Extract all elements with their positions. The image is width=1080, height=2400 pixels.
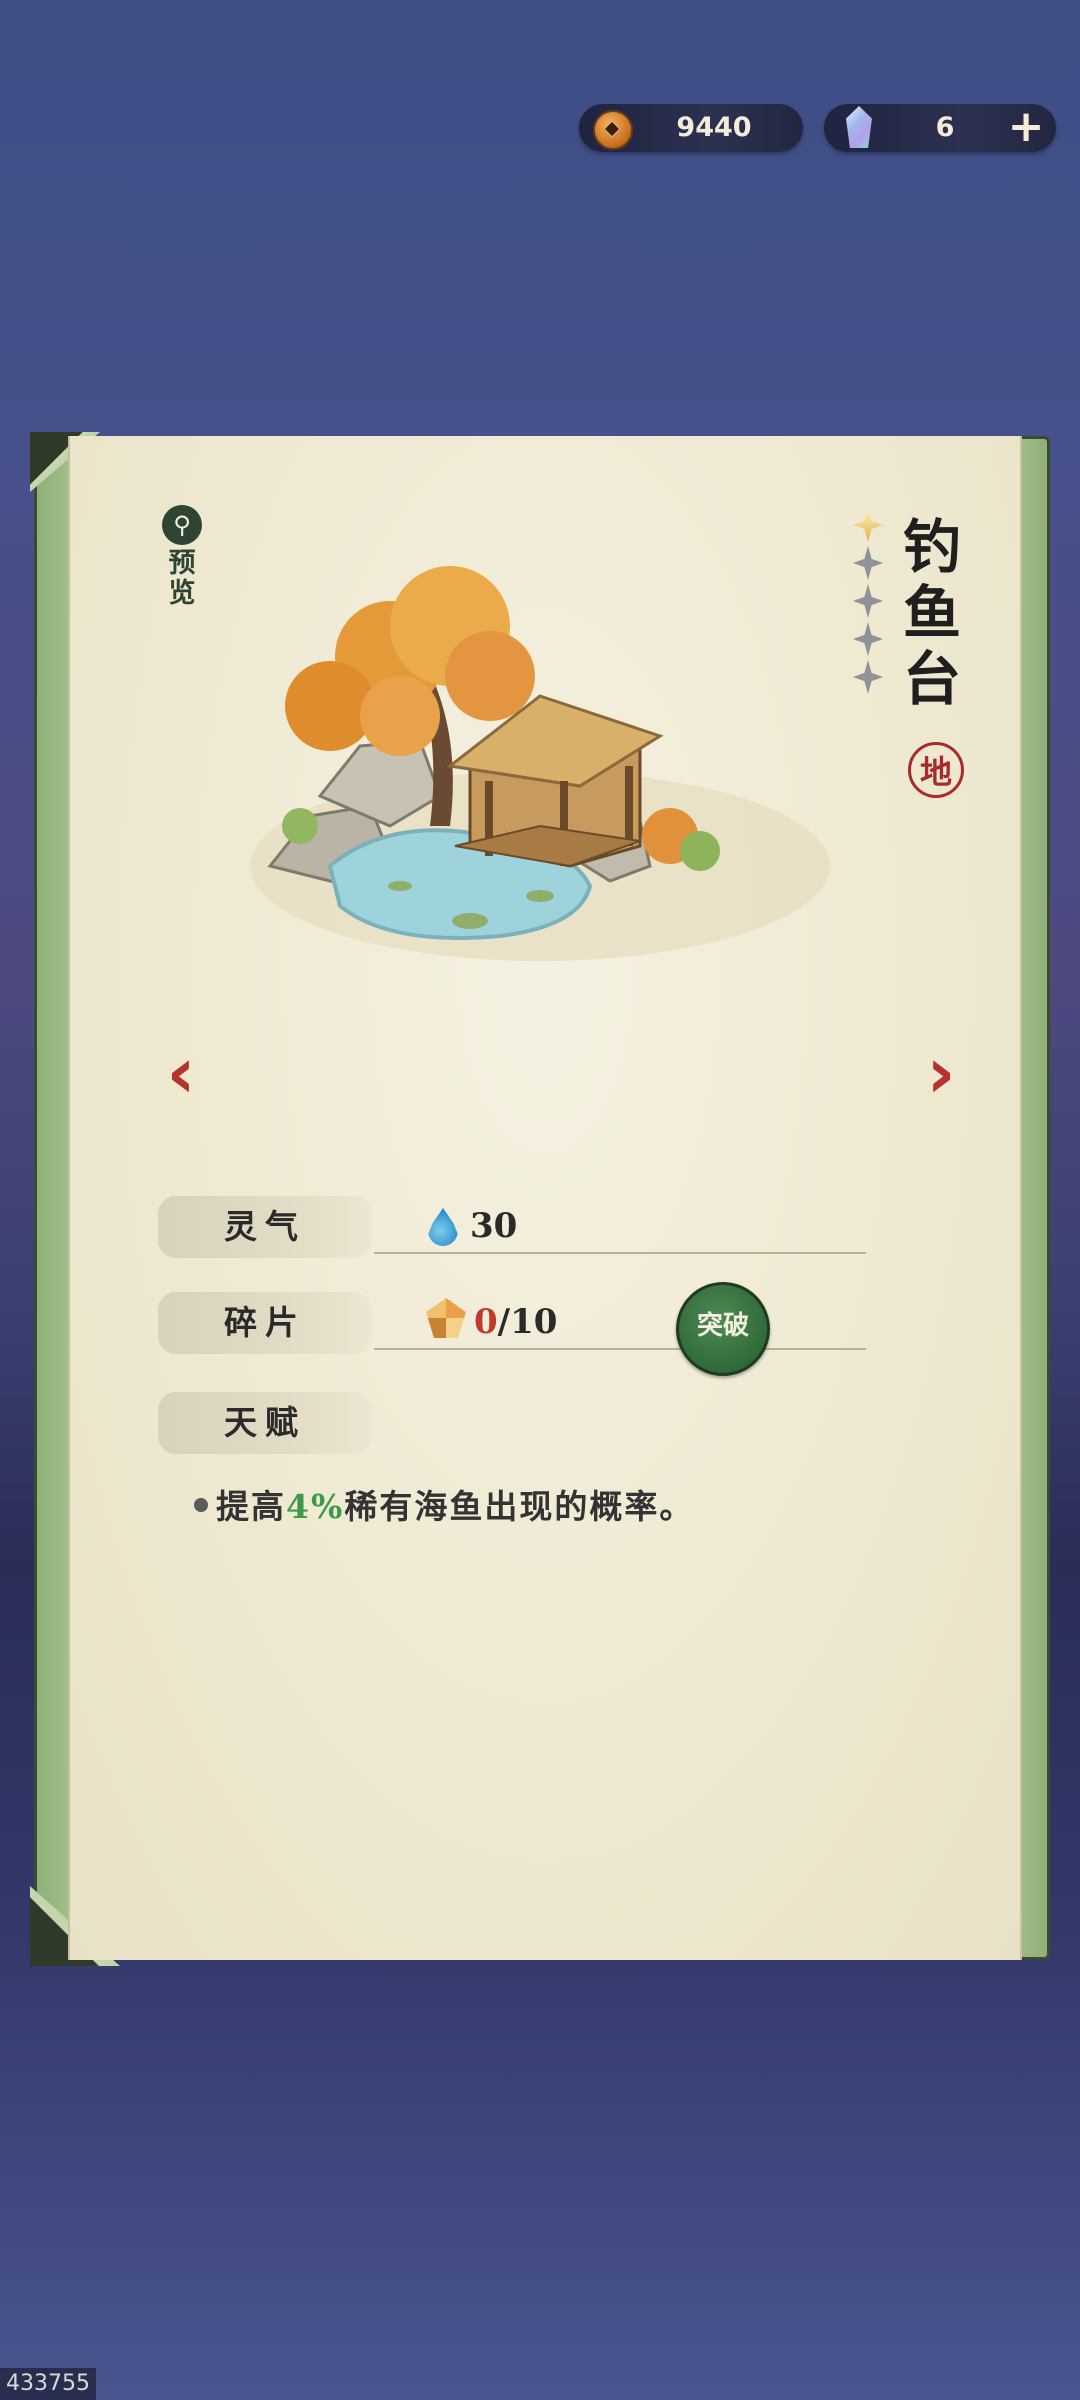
next-arrow-icon[interactable]: ›	[916, 1038, 966, 1108]
watermark-id: 433755	[0, 2368, 96, 2400]
bullet-dot-icon	[194, 1498, 208, 1512]
fragments-current: 0	[474, 1302, 498, 1342]
coin-amount: 9440	[676, 112, 752, 143]
rank-seal: 地	[908, 742, 964, 798]
essence-underline	[374, 1252, 866, 1254]
fragments-underline	[374, 1348, 866, 1350]
star-icon	[853, 508, 883, 542]
star-icon	[853, 660, 883, 694]
fragments-required: /10	[497, 1302, 558, 1342]
talent-prefix: 提高	[216, 1487, 286, 1526]
breakthrough-button[interactable]: 突破	[676, 1282, 770, 1376]
talent-description: 提高4%稀有海鱼出现的概率。	[216, 1480, 694, 1528]
fragment-icon	[426, 1298, 466, 1338]
building-detail-scroll: ⚲ 预览 钓鱼台 地 ‹ › 灵气 30 碎片 0/10 突破 天赋 提高4%稀…	[30, 432, 1050, 1966]
talent-label: 天赋	[158, 1392, 372, 1454]
scroll-paper: ⚲ 预览 钓鱼台 地 ‹ › 灵气 30 碎片 0/10 突破 天赋 提高4%稀…	[68, 436, 1022, 1960]
essence-value: 30	[470, 1206, 518, 1246]
coin-counter: 9440	[579, 104, 803, 152]
essence-label: 灵气	[158, 1196, 372, 1258]
star-icon	[853, 546, 883, 580]
star-icon	[853, 622, 883, 656]
star-icon	[853, 584, 883, 618]
star-rating	[848, 508, 888, 698]
gem-counter: 6 +	[824, 104, 1056, 152]
fragments-count: 0/10	[474, 1302, 557, 1342]
preview-button[interactable]: ⚲ 预览	[162, 505, 202, 609]
essence-drop-icon	[428, 1208, 458, 1246]
fishing-platform-illustration	[250, 566, 830, 961]
gem-icon	[846, 106, 872, 148]
add-gems-plus-icon[interactable]: +	[1006, 105, 1046, 149]
talent-suffix: 稀有海鱼出现的概率。	[344, 1487, 695, 1526]
coin-icon	[593, 110, 633, 150]
preview-label: 预览	[168, 548, 196, 609]
gem-amount: 6	[935, 112, 955, 143]
fragments-label: 碎片	[158, 1292, 372, 1354]
previous-arrow-icon[interactable]: ‹	[156, 1038, 206, 1108]
building-name: 钓鱼台	[902, 513, 961, 713]
zoom-icon: ⚲	[162, 505, 202, 545]
talent-percent: 4%	[286, 1487, 345, 1526]
